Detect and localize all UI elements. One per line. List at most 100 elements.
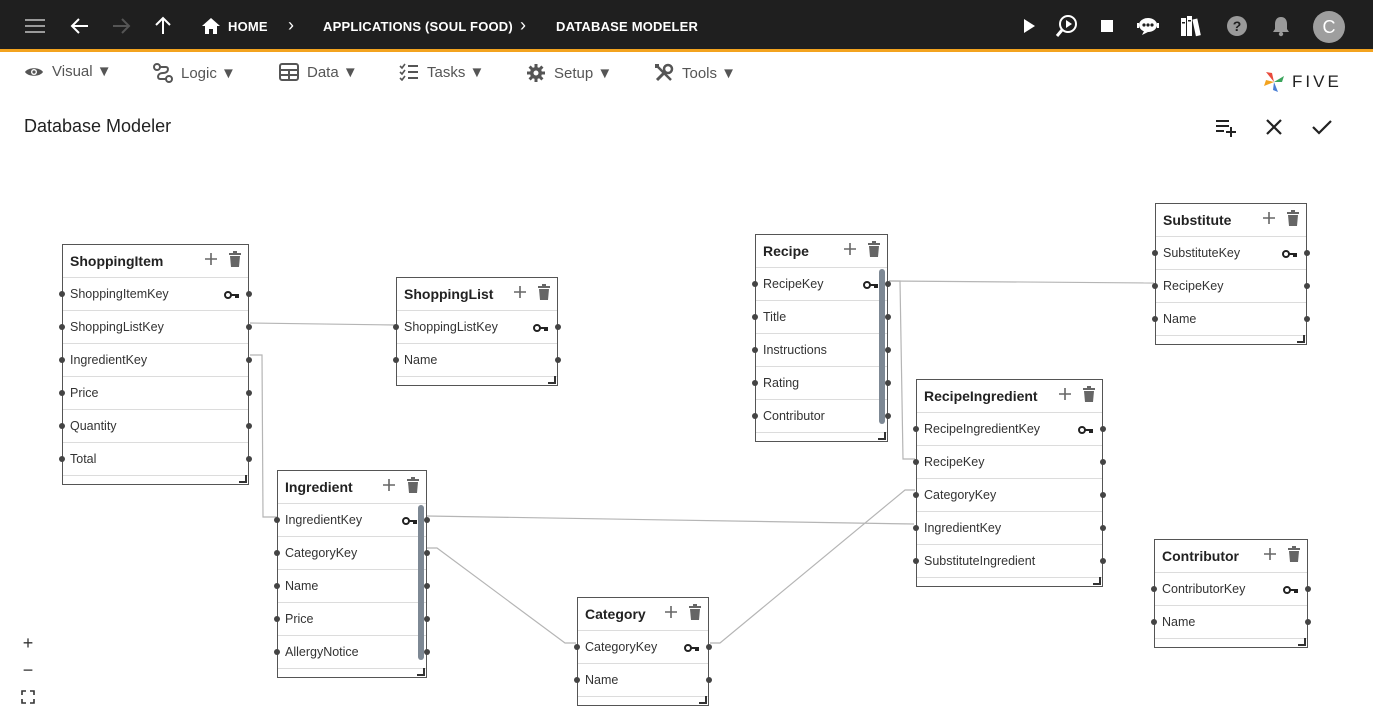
connector-port-right[interactable] — [424, 616, 430, 622]
breadcrumb-home[interactable]: HOME — [228, 19, 268, 34]
save-check-icon[interactable] — [1310, 115, 1334, 139]
table-field[interactable]: Name — [574, 663, 712, 696]
delete-table-icon[interactable] — [1082, 386, 1096, 405]
table-scrollbar[interactable] — [879, 269, 885, 424]
connector-port-left[interactable] — [913, 558, 919, 564]
table-field[interactable]: Title — [752, 300, 891, 333]
connector-port-left[interactable] — [913, 426, 919, 432]
add-field-icon[interactable] — [513, 285, 527, 302]
table-field[interactable]: CategoryKey — [274, 536, 430, 569]
home-icon[interactable] — [198, 13, 224, 39]
connector-port-left[interactable] — [59, 324, 65, 330]
table-field[interactable]: RecipeKey — [752, 267, 891, 300]
breadcrumb-application[interactable]: APPLICATIONS (SOUL FOOD) — [323, 19, 513, 34]
add-field-icon[interactable] — [1263, 547, 1277, 564]
play-icon[interactable] — [1016, 13, 1042, 39]
connector-port-right[interactable] — [424, 517, 430, 523]
connector-port-right[interactable] — [246, 324, 252, 330]
add-field-icon[interactable] — [1262, 211, 1276, 228]
table-header[interactable]: Contributor — [1155, 540, 1307, 572]
connector-port-right[interactable] — [555, 357, 561, 363]
connector-port-left[interactable] — [274, 616, 280, 622]
table-header[interactable]: ShoppingList — [397, 278, 557, 310]
connector-port-left[interactable] — [59, 423, 65, 429]
table-field[interactable]: SubstituteKey — [1152, 236, 1310, 269]
connector-port-right[interactable] — [885, 281, 891, 287]
table-ingredient[interactable]: Ingredient IngredientKey CategoryKey Name Pr… — [274, 470, 430, 678]
table-field[interactable]: CategoryKey — [574, 630, 712, 663]
table-header[interactable]: Substitute — [1156, 204, 1306, 236]
table-header[interactable]: Recipe — [756, 235, 887, 267]
connector-port-left[interactable] — [393, 357, 399, 363]
debug-search-icon[interactable] — [1054, 13, 1080, 39]
table-scrollbar[interactable] — [418, 505, 424, 660]
connector-port-left[interactable] — [393, 324, 399, 330]
connector-port-right[interactable] — [885, 314, 891, 320]
connector-port-left[interactable] — [752, 281, 758, 287]
stop-icon[interactable] — [1094, 13, 1120, 39]
table-field[interactable]: ContributorKey — [1151, 572, 1311, 605]
connector-port-left[interactable] — [59, 291, 65, 297]
table-field[interactable]: ShoppingListKey — [59, 310, 252, 343]
user-avatar[interactable]: C — [1313, 11, 1345, 43]
delete-table-icon[interactable] — [867, 241, 881, 260]
table-field[interactable]: CategoryKey — [913, 478, 1106, 511]
connector-port-left[interactable] — [1152, 250, 1158, 256]
delete-table-icon[interactable] — [688, 604, 702, 623]
fit-screen-button[interactable] — [14, 684, 42, 710]
connector-port-left[interactable] — [274, 550, 280, 556]
table-header[interactable]: Category — [578, 598, 708, 630]
table-resize-handle[interactable] — [63, 475, 248, 484]
up-arrow-icon[interactable] — [150, 13, 176, 39]
table-field[interactable]: Price — [59, 376, 252, 409]
menu-tools[interactable]: Tools ▼ — [654, 63, 736, 83]
table-field[interactable]: RecipeIngredientKey — [913, 412, 1106, 445]
table-field[interactable]: RecipeKey — [1152, 269, 1310, 302]
connector-port-left[interactable] — [913, 525, 919, 531]
add-field-icon[interactable] — [664, 605, 678, 622]
table-resize-handle[interactable] — [397, 376, 557, 385]
connector-port-right[interactable] — [885, 380, 891, 386]
menu-tasks[interactable]: Tasks ▼ — [399, 63, 484, 81]
add-field-icon[interactable] — [204, 252, 218, 269]
connector-port-right[interactable] — [1100, 426, 1106, 432]
back-arrow-icon[interactable] — [67, 13, 93, 39]
add-field-icon[interactable] — [382, 478, 396, 495]
table-substitute[interactable]: Substitute SubstituteKey RecipeKey Name — [1152, 203, 1310, 345]
table-field[interactable]: IngredientKey — [59, 343, 252, 376]
delete-table-icon[interactable] — [1286, 210, 1300, 229]
table-field[interactable]: Price — [274, 602, 430, 635]
connector-port-left[interactable] — [913, 459, 919, 465]
connector-port-right[interactable] — [555, 324, 561, 330]
zoom-out-button[interactable]: − — [14, 657, 42, 683]
menu-data[interactable]: Data ▼ — [279, 63, 358, 81]
connector-port-right[interactable] — [246, 390, 252, 396]
add-field-icon[interactable] — [843, 242, 857, 259]
add-field-icon[interactable] — [1058, 387, 1072, 404]
table-field[interactable]: Name — [1152, 302, 1310, 335]
connector-port-right[interactable] — [885, 347, 891, 353]
connector-port-left[interactable] — [1151, 619, 1157, 625]
table-field[interactable]: RecipeKey — [913, 445, 1106, 478]
connector-port-right[interactable] — [1304, 316, 1310, 322]
cancel-close-icon[interactable] — [1262, 115, 1286, 139]
table-resize-handle[interactable] — [917, 577, 1102, 586]
table-header[interactable]: Ingredient — [278, 471, 426, 503]
connector-port-left[interactable] — [274, 517, 280, 523]
connector-port-left[interactable] — [59, 456, 65, 462]
connector-port-left[interactable] — [752, 347, 758, 353]
table-field[interactable]: ShoppingListKey — [393, 310, 561, 343]
chat-bot-icon[interactable] — [1135, 13, 1161, 39]
connector-port-right[interactable] — [1305, 586, 1311, 592]
table-field[interactable]: Name — [393, 343, 561, 376]
connector-port-right[interactable] — [1304, 250, 1310, 256]
table-field[interactable]: AllergyNotice — [274, 635, 430, 668]
table-field[interactable]: IngredientKey — [274, 503, 430, 536]
table-field[interactable]: Instructions — [752, 333, 891, 366]
connector-port-right[interactable] — [246, 423, 252, 429]
delete-table-icon[interactable] — [406, 477, 420, 496]
connector-port-left[interactable] — [574, 677, 580, 683]
library-books-icon[interactable] — [1178, 13, 1204, 39]
connector-port-left[interactable] — [1152, 283, 1158, 289]
connector-port-right[interactable] — [1100, 558, 1106, 564]
